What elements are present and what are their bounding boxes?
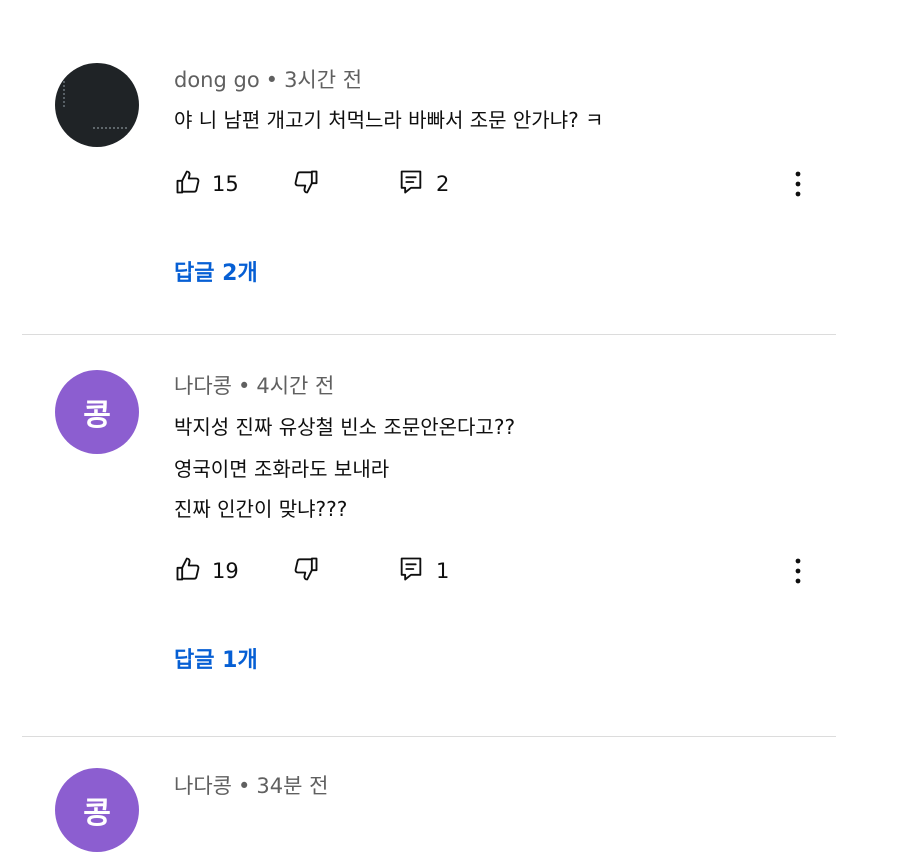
more-vert-icon (786, 171, 810, 204)
reply-count: 1 (436, 559, 450, 583)
comment-text: 영국이면 조화라도 보내라 (174, 457, 390, 481)
more-vert-icon (786, 558, 810, 591)
thumbs-down-icon (292, 557, 320, 587)
comment-time: 3시간 전 (284, 68, 363, 92)
avatar[interactable] (55, 63, 139, 147)
like-count: 19 (212, 559, 239, 583)
more-options-button[interactable] (786, 168, 810, 200)
comment-divider (22, 334, 836, 335)
view-replies-link[interactable]: 답글 2개 (174, 255, 258, 287)
reply-count: 2 (436, 172, 450, 196)
dislike-button[interactable] (292, 168, 320, 200)
avatar-letter: 콩 (83, 398, 111, 433)
dislike-button[interactable] (292, 555, 320, 587)
comment-actions: 19 1 (174, 555, 814, 587)
meta-separator: • (265, 68, 279, 92)
reply-button[interactable]: 2 (398, 168, 449, 200)
comment-icon (398, 555, 424, 587)
comment-text: 진짜 인간이 맞냐??? (174, 497, 348, 521)
view-replies-link[interactable]: 답글 1개 (174, 642, 258, 674)
comment-meta: 나다콩 • 4시간 전 (174, 370, 334, 400)
like-button[interactable]: 15 (174, 168, 239, 200)
comment-text: 박지성 진짜 유상철 빈소 조문안온다고?? (174, 415, 516, 439)
thumbs-up-icon (174, 168, 202, 200)
comment-icon (398, 168, 424, 200)
comment-time: 34분 전 (256, 774, 329, 798)
avatar[interactable]: 콩 (55, 370, 139, 454)
comment-text: 야 니 남편 개고기 처먹느라 바빠서 조문 안가냐? ㅋ (174, 108, 604, 132)
meta-separator: • (237, 774, 251, 798)
comment-author[interactable]: dong go (174, 68, 260, 92)
like-count: 15 (212, 172, 239, 196)
comment-time: 4시간 전 (256, 374, 335, 398)
comment-meta: 나다콩 • 34분 전 (174, 770, 328, 800)
comment-author[interactable]: 나다콩 (174, 774, 232, 798)
avatar-photo-detail (63, 81, 79, 107)
comment-meta: dong go • 3시간 전 (174, 64, 362, 94)
thumbs-down-icon (292, 170, 320, 200)
meta-separator: • (237, 374, 251, 398)
comment-divider (22, 736, 836, 737)
like-button[interactable]: 19 (174, 555, 239, 587)
comment-actions: 15 2 (174, 168, 814, 200)
more-options-button[interactable] (786, 555, 810, 587)
avatar-photo-detail (93, 127, 127, 139)
reply-button[interactable]: 1 (398, 555, 449, 587)
comment-author[interactable]: 나다콩 (174, 374, 232, 398)
thumbs-up-icon (174, 555, 202, 587)
avatar-letter: 콩 (83, 796, 111, 831)
avatar[interactable]: 콩 (55, 768, 139, 852)
